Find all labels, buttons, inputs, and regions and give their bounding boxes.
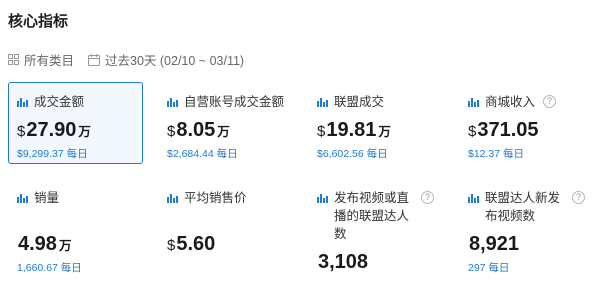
metric-value: $5.60	[167, 233, 216, 255]
metric-daily: $12.37 每日	[468, 148, 525, 160]
metric-value: $27.90 万	[17, 119, 91, 141]
metric-label: 商城收入	[485, 95, 536, 109]
metric-card-mall-revenue[interactable]: 商城收入 ? $371.05 $12.37 每日	[459, 82, 594, 164]
metric-value: 3,108	[318, 251, 369, 273]
metric-value: 8,921	[469, 233, 520, 255]
metric-value: 4.98 万	[18, 233, 72, 255]
section-title: 核心指标	[8, 13, 69, 30]
bar-chart-icon	[317, 194, 328, 203]
metric-card-avg-price[interactable]: 平均销售价 $5.60	[158, 178, 293, 274]
question-icon[interactable]: ?	[543, 95, 557, 108]
metric-card-affiliate-gmv[interactable]: 联盟成交 $19.81 万 $6,602.56 每日	[308, 82, 443, 164]
bar-chart-icon	[167, 194, 178, 203]
metric-label: 成交金额	[34, 95, 85, 109]
metric-card-gmv[interactable]: 成交金额 $27.90 万 $9,299.37 每日	[8, 82, 143, 164]
date-range-filter[interactable]: 过去30天 (02/10 ~ 03/11)	[88, 50, 244, 69]
metric-label: 联盟达人新发布视频数	[485, 191, 561, 223]
bar-chart-icon	[17, 98, 28, 107]
calendar-icon	[88, 53, 101, 66]
metric-daily: $2,684.44 每日	[167, 148, 238, 160]
metric-card-units-sold[interactable]: 销量 4.98 万 1,660.67 每日	[8, 178, 143, 274]
filter-bar: 所有类目 过去30天 (02/10 ~ 03/11)	[8, 50, 258, 69]
metric-card-new-videos[interactable]: 联盟达人新发布视频数 ? 8,921 297 每日	[459, 178, 594, 274]
category-filter[interactable]: 所有类目	[8, 50, 74, 69]
metric-card-self-gmv[interactable]: 自营账号成交金额 $8.05 万 $2,684.44 每日	[158, 82, 293, 164]
question-icon[interactable]: ?	[421, 191, 434, 204]
category-filter-label: 所有类目	[24, 54, 75, 68]
metric-label: 销量	[34, 191, 60, 205]
question-icon[interactable]: ?	[572, 191, 585, 204]
bar-chart-icon	[468, 194, 479, 203]
bar-chart-icon	[468, 98, 479, 107]
metric-value: $371.05	[468, 119, 539, 141]
metric-label: 联盟成交	[334, 95, 385, 109]
metric-card-affiliate-creators[interactable]: 发布视频或直播的联盟达人数 ? 3,108	[308, 178, 443, 274]
metric-label: 平均销售价	[184, 191, 247, 205]
metric-value: $8.05 万	[167, 119, 230, 141]
metric-label: 自营账号成交金额	[184, 95, 285, 109]
bar-chart-icon	[167, 98, 178, 107]
grid-icon	[8, 54, 19, 65]
bar-chart-icon	[17, 194, 28, 203]
date-range-label: 过去30天 (02/10 ~ 03/11)	[105, 54, 245, 68]
metric-daily: 1,660.67 每日	[17, 262, 82, 274]
metric-daily: $9,299.37 每日	[17, 148, 88, 160]
metric-label: 发布视频或直播的联盟达人数	[334, 191, 410, 241]
metric-daily: $6,602.56 每日	[317, 148, 388, 160]
metric-daily: 297 每日	[468, 262, 510, 274]
metric-value: $19.81 万	[317, 119, 391, 141]
bar-chart-icon	[317, 98, 328, 107]
